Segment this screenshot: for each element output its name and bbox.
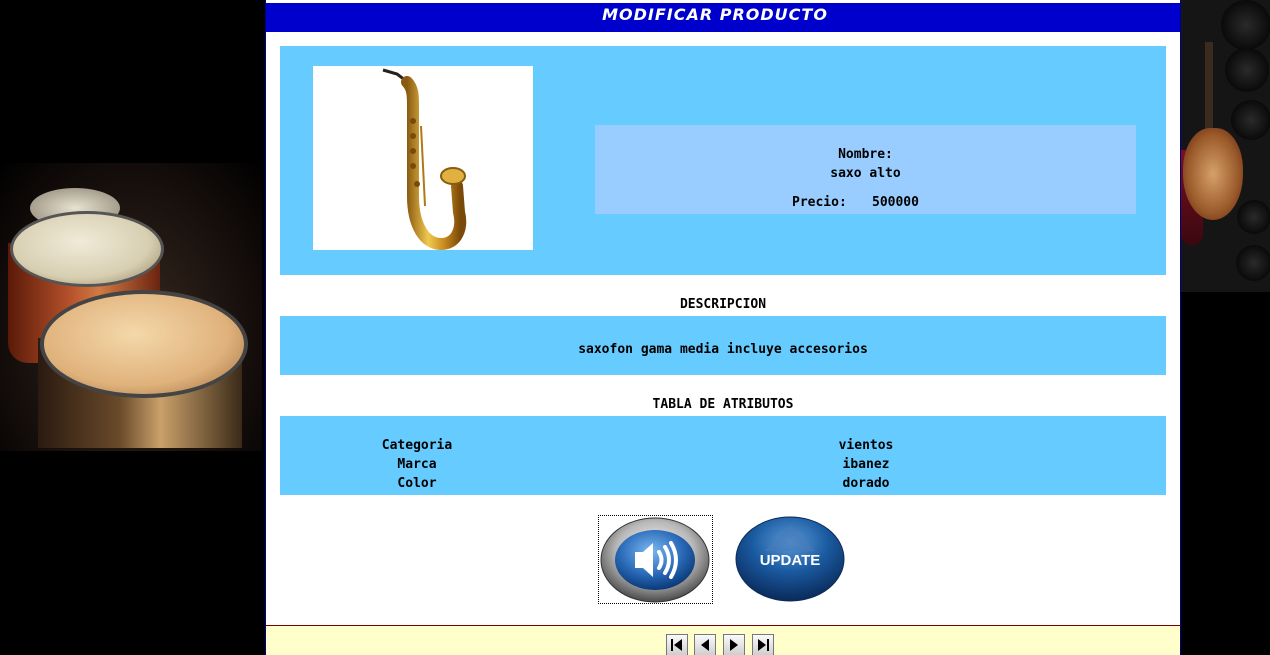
saxophone-image: [313, 66, 533, 251]
drum-head-decoration: [10, 211, 164, 287]
table-row: Categoria vientos: [280, 438, 1166, 457]
attribute-name: Categoria: [381, 438, 453, 453]
spot-decoration: [1221, 0, 1270, 50]
attributes-table: Categoria vientos Marca ibanez Color dor…: [280, 416, 1166, 495]
drums-decoration-image: [0, 163, 262, 451]
last-page-icon: [758, 639, 769, 651]
table-row: Marca ibanez: [280, 457, 1166, 476]
description-box: saxofon gama media incluye accesorios: [280, 316, 1166, 375]
update-button[interactable]: UPDATE: [735, 515, 847, 604]
page: MODIFICAR PRODUCTO Nombre: saxo alto Pre…: [0, 0, 1270, 655]
previous-page-button[interactable]: [694, 634, 716, 655]
name-value: saxo alto: [830, 166, 901, 181]
guitar-decoration-image: [1181, 0, 1270, 292]
spot-decoration: [1225, 48, 1269, 92]
drum-head-decoration: [40, 290, 248, 398]
table-row: Color dorado: [280, 476, 1166, 495]
update-label: UPDATE: [760, 552, 821, 569]
name-label: Nombre:: [838, 147, 893, 162]
price-value: 500000: [872, 195, 919, 210]
first-page-icon: [671, 639, 682, 651]
saxophone-icon: [382, 68, 467, 251]
spot-decoration: [1231, 100, 1270, 140]
page-title: MODIFICAR PRODUCTO: [602, 5, 828, 24]
attribute-name: Marca: [397, 457, 437, 472]
speaker-icon: [600, 517, 710, 603]
update-icon: UPDATE: [735, 516, 845, 602]
product-info: Nombre: saxo alto Precio: 500000: [595, 125, 1136, 214]
description-text: saxofon gama media incluye accesorios: [578, 342, 868, 357]
product-summary: Nombre: saxo alto Precio: 500000: [280, 46, 1166, 275]
spot-decoration: [1237, 200, 1270, 234]
attribute-value: vientos: [838, 438, 894, 453]
next-page-button[interactable]: [723, 634, 745, 655]
price-label: Precio:: [792, 195, 847, 210]
attribute-value: dorado: [842, 476, 890, 491]
description-heading: DESCRIPCION: [679, 297, 767, 312]
attribute-value: ibanez: [842, 457, 890, 472]
next-page-icon: [730, 639, 738, 651]
pager-bar: [266, 625, 1180, 655]
guitar-neck-decoration: [1205, 42, 1213, 142]
title-bar: MODIFICAR PRODUCTO: [266, 2, 1180, 32]
first-page-button[interactable]: [666, 634, 688, 655]
previous-page-icon: [701, 639, 709, 651]
main-panel: MODIFICAR PRODUCTO Nombre: saxo alto Pre…: [265, 0, 1181, 655]
spot-decoration: [1236, 245, 1270, 281]
attributes-heading: TABLA DE ATRIBUTOS: [652, 397, 794, 412]
last-page-button[interactable]: [752, 634, 774, 655]
attribute-name: Color: [397, 476, 437, 491]
audio-button[interactable]: [598, 515, 713, 604]
guitar-body-decoration: [1183, 128, 1243, 220]
